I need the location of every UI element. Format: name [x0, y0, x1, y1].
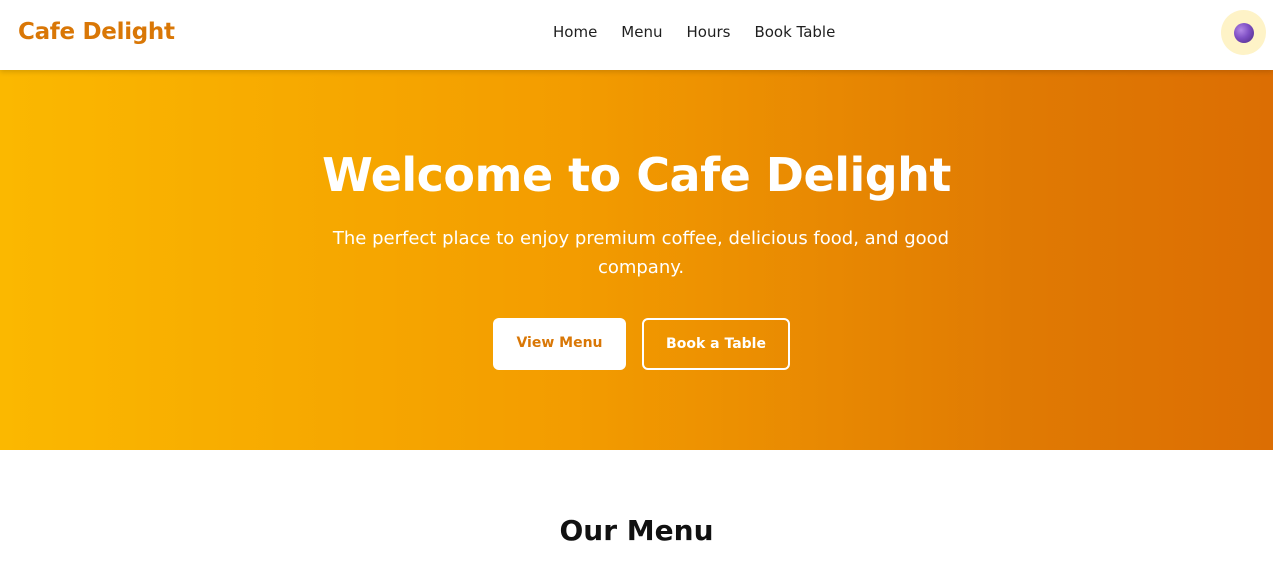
nav-link-home[interactable]: Home: [553, 23, 597, 41]
menu-section-title: Our Menu: [559, 514, 714, 547]
view-menu-button[interactable]: View Menu: [493, 318, 626, 370]
moon-orb-icon: [1233, 22, 1254, 43]
hero-section: Welcome to Cafe Delight The perfect plac…: [0, 70, 1273, 450]
book-table-button[interactable]: Book a Table: [642, 318, 790, 370]
brand-logo[interactable]: Cafe Delight: [18, 19, 175, 45]
nav-link-menu[interactable]: Menu: [621, 23, 662, 41]
nav-links: Home Menu Hours Book Table: [553, 23, 835, 41]
navbar: Cafe Delight Home Menu Hours Book Table: [0, 0, 1273, 70]
nav-link-book-table[interactable]: Book Table: [754, 23, 835, 41]
theme-toggle-button[interactable]: [1221, 10, 1266, 55]
hero-title: Welcome to Cafe Delight: [322, 148, 951, 202]
hero-subtitle: The perfect place to enjoy premium coffe…: [332, 228, 950, 278]
nav-link-hours[interactable]: Hours: [686, 23, 730, 41]
